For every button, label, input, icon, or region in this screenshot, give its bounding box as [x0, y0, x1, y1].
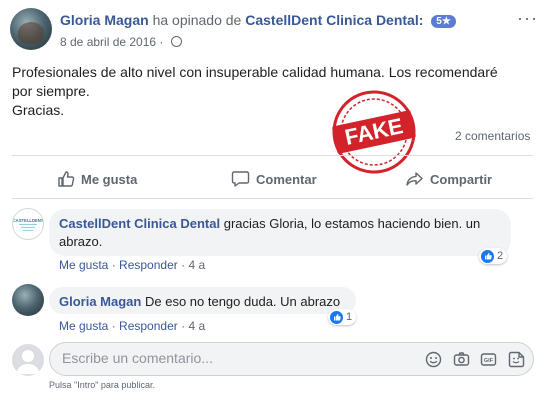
comment-actions: Me gusta · Responder · 4 a — [59, 258, 205, 272]
comment-bubble: Gloria Magan De eso no tengo duda. Un ab… — [49, 287, 356, 314]
comment-actions: Me gusta · Responder · 4 a — [59, 319, 205, 333]
action-text: ha opinado de — [152, 12, 242, 28]
comment-composer: GIF — [49, 342, 534, 376]
reaction-count[interactable]: 2 — [479, 248, 508, 264]
reaction-number: 1 — [346, 311, 353, 323]
post-line-1: Profesionales de alto nivel con insupera… — [12, 64, 498, 80]
page-avatar[interactable]: CASTELLDENT — [12, 208, 44, 240]
emoji-icon[interactable] — [425, 351, 442, 368]
fake-stamp: FAKE — [332, 90, 416, 174]
comment-age[interactable]: 4 a — [188, 319, 205, 333]
comment-like-link[interactable]: Me gusta — [59, 258, 108, 272]
author-name-link[interactable]: Gloria Magan — [60, 12, 149, 28]
globe-icon — [170, 36, 182, 47]
like-button[interactable]: Me gusta — [57, 170, 137, 188]
comment-button[interactable]: Comentar — [231, 170, 317, 188]
comment-reply-link[interactable]: Responder — [119, 258, 178, 272]
current-user-avatar — [12, 344, 44, 376]
rating-badge: 5★ — [431, 15, 456, 28]
comment-author-link[interactable]: CastellDent Clinica Dental — [59, 216, 220, 231]
sticker-icon[interactable] — [508, 351, 525, 368]
post-body: Profesionales de alto nivel con insupera… — [12, 63, 512, 120]
comment-icon — [231, 171, 250, 187]
castelldent-logo: CASTELLDENT — [13, 218, 43, 231]
comment-input[interactable] — [62, 350, 402, 366]
comment-text: gracias Gloria, lo estamos haciendo bien… — [223, 216, 481, 231]
gif-icon[interactable]: GIF — [480, 351, 497, 368]
reaction-count[interactable]: 1 — [328, 309, 357, 325]
post-line-2: por siempre. — [12, 83, 90, 99]
post-date: 8 de abril de 2016 · — [60, 35, 182, 49]
comment-text: De eso no tengo duda. Un abrazo — [144, 294, 341, 309]
comment-author-link[interactable]: Gloria Magan — [59, 294, 141, 309]
like-label: Me gusta — [81, 171, 138, 187]
gif-label: GIF — [484, 358, 494, 364]
author-avatar[interactable] — [10, 8, 52, 50]
page-name-link[interactable]: CastellDent Clinica Dental: — [245, 12, 423, 28]
separator: · — [111, 319, 116, 333]
comment-line: Gloria Magan De eso no tengo duda. Un ab… — [59, 293, 344, 311]
comment-like-link[interactable]: Me gusta — [59, 319, 108, 333]
thumbs-up-icon — [58, 171, 75, 187]
divider — [12, 155, 533, 156]
composer-hint: Pulsa "Intro" para publicar. — [49, 380, 155, 390]
share-button[interactable]: Compartir — [405, 170, 492, 188]
comment-reply-link[interactable]: Responder — [119, 319, 178, 333]
comment-line: CastellDent Clinica Dental gracias Glori… — [59, 215, 499, 233]
separator: · — [181, 319, 186, 333]
separator: · — [181, 258, 186, 272]
comment-age[interactable]: 4 a — [188, 258, 205, 272]
more-options-button[interactable]: ··· — [517, 8, 538, 29]
separator: · — [111, 258, 116, 272]
camera-icon[interactable] — [453, 351, 470, 368]
post-date-text[interactable]: 8 de abril de 2016 · — [60, 35, 163, 49]
divider — [12, 198, 533, 199]
reaction-number: 2 — [497, 250, 504, 262]
like-reaction-icon — [330, 310, 343, 324]
post-line-3: Gracias. — [12, 102, 65, 118]
share-label: Compartir — [430, 171, 493, 187]
comment-label: Comentar — [256, 171, 317, 187]
like-reaction-icon — [481, 249, 494, 263]
comments-count-link[interactable]: 2 comentarios — [455, 129, 530, 143]
commenter-avatar[interactable] — [12, 284, 44, 316]
svg-text:CASTELLDENT: CASTELLDENT — [13, 218, 43, 223]
comment-text-continued: abrazo. — [59, 234, 103, 249]
default-user-icon — [16, 350, 40, 374]
post-header: Gloria Magan ha opinado de CastellDent C… — [60, 12, 456, 28]
share-icon — [406, 172, 423, 186]
comment-bubble: CastellDent Clinica Dental gracias Glori… — [49, 209, 511, 256]
